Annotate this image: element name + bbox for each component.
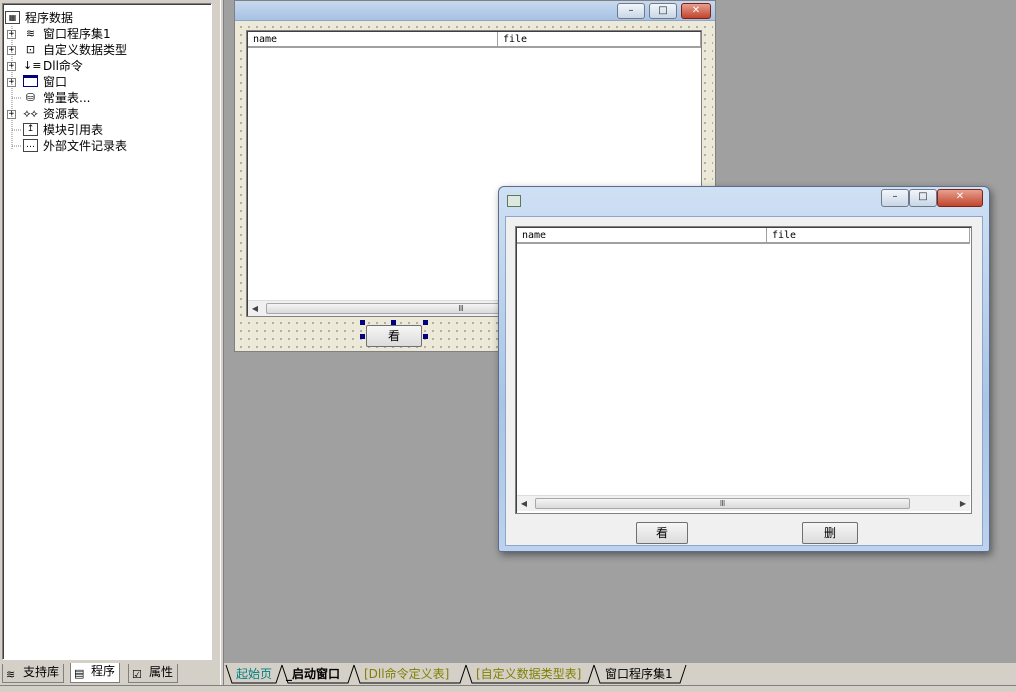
tree-item-datatype[interactable]: + ⊡ 自定义数据类型 xyxy=(7,42,207,58)
editor-tabs: 起始页 _启动窗口 [Dll命令定义表] [自定义数据类型表] 窗口程序集1 xyxy=(224,663,1016,685)
tree-item-assembly[interactable]: + ≋ 窗口程序集1 xyxy=(7,26,207,42)
design-form-titlebar[interactable]: – □ ✕ xyxy=(235,1,715,21)
view-button[interactable]: 看 xyxy=(366,325,422,347)
tab-program[interactable]: ▤ 程序 xyxy=(70,663,121,683)
tree-item-label: 资源表 xyxy=(43,107,80,121)
tab-properties[interactable]: ☑ 属性 xyxy=(128,664,179,683)
panel-splitter[interactable] xyxy=(220,0,224,692)
tab-datatype-table[interactable]: [自定义数据类型表] xyxy=(476,665,581,683)
tree-item-label: Dll命令 xyxy=(43,59,83,73)
tab-support-library[interactable]: ≋ 支持库 xyxy=(2,664,65,683)
tree-item-label: 模块引用表 xyxy=(43,123,104,137)
resize-handle[interactable] xyxy=(391,320,396,325)
tree-item-resources[interactable]: + ⟡⟡ 资源表 xyxy=(7,106,207,122)
tab-label: 程序 xyxy=(91,664,116,678)
resize-handle[interactable] xyxy=(360,334,365,339)
restore-button[interactable]: □ xyxy=(649,3,677,19)
tree-lines xyxy=(11,26,21,150)
runtime-titlebar[interactable]: – □ ✕ xyxy=(499,187,989,215)
view-button[interactable]: 看 xyxy=(636,522,688,544)
restore-button[interactable]: □ xyxy=(909,189,937,207)
status-bar xyxy=(0,685,1016,692)
runtime-window[interactable]: – □ ✕ name file ◀ Ⅲ ▶ 看 删 xyxy=(498,186,990,552)
delete-button[interactable]: 删 xyxy=(802,522,858,544)
runtime-listview[interactable]: name file ◀ Ⅲ ▶ xyxy=(515,226,972,514)
scroll-left-icon[interactable]: ◀ xyxy=(517,496,531,511)
tab-window-assembly[interactable]: 窗口程序集1 xyxy=(605,665,673,683)
tab-label: 属性 xyxy=(149,665,174,679)
column-header-name[interactable]: name xyxy=(517,228,767,244)
tree-item-constants[interactable]: ⛁ 常量表... xyxy=(7,90,207,106)
scroll-left-icon[interactable]: ◀ xyxy=(248,301,262,316)
project-tree[interactable]: ▦ 程序数据 + ≋ 窗口程序集1 + ⊡ 自定义数据类型 + ↓≡ Dll命令… xyxy=(2,3,212,660)
minimize-button[interactable]: – xyxy=(881,189,909,207)
tree-item-dll[interactable]: + ↓≡ Dll命令 xyxy=(7,58,207,74)
tree-item-modules[interactable]: ↥ 模块引用表 xyxy=(7,122,207,138)
tree-item-window[interactable]: + 窗口 xyxy=(7,74,207,90)
runtime-client-area: name file ◀ Ⅲ ▶ 看 删 xyxy=(505,216,983,546)
minimize-button[interactable]: – xyxy=(617,3,645,19)
resize-handle[interactable] xyxy=(360,320,365,325)
column-header-file[interactable]: file xyxy=(498,32,701,48)
scroll-thumb[interactable]: Ⅲ xyxy=(535,498,910,509)
app-icon xyxy=(507,195,521,207)
close-button[interactable]: ✕ xyxy=(681,3,711,19)
tab-label: 支持库 xyxy=(23,665,60,679)
tab-start-page[interactable]: 起始页 xyxy=(236,665,272,683)
tree-item-external-files[interactable]: … 外部文件记录表 xyxy=(7,138,207,154)
project-panel: ▦ 程序数据 + ≋ 窗口程序集1 + ⊡ 自定义数据类型 + ↓≡ Dll命令… xyxy=(0,0,220,692)
program-icon: ▤ xyxy=(74,667,85,680)
resize-handle[interactable] xyxy=(423,334,428,339)
library-icon: ≋ xyxy=(6,668,16,681)
resize-handle[interactable] xyxy=(423,320,428,325)
horizontal-scrollbar[interactable]: ◀ Ⅲ ▶ xyxy=(517,495,970,511)
properties-icon: ☑ xyxy=(132,668,142,681)
column-header-name[interactable]: name xyxy=(248,32,498,48)
tree-item-label: 窗口 xyxy=(43,75,68,89)
tree-item-label: 自定义数据类型 xyxy=(43,43,128,57)
column-header-file[interactable]: file xyxy=(767,228,970,244)
left-panel-tabs: ≋ 支持库 ▤ 程序 ☑ 属性 xyxy=(0,663,220,685)
tree-item-label: 窗口程序集1 xyxy=(43,27,111,41)
tree-item-label: 外部文件记录表 xyxy=(43,139,128,153)
tree-item-label: 常量表... xyxy=(43,91,91,105)
scroll-right-icon[interactable]: ▶ xyxy=(956,496,970,511)
tab-dll-table[interactable]: [Dll命令定义表] xyxy=(364,665,449,683)
tab-startup-window[interactable]: _启动窗口 xyxy=(286,665,340,683)
close-button[interactable]: ✕ xyxy=(937,189,983,207)
